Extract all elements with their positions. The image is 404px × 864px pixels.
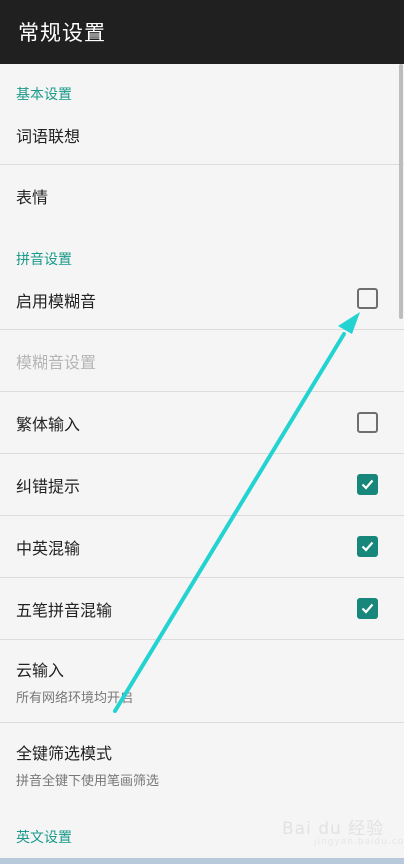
app-bar: 常规设置	[0, 0, 404, 64]
watermark-sub: jingyan.baidu.com	[314, 837, 404, 847]
check-icon	[361, 479, 374, 490]
setting-cloud-input[interactable]: 云输入 所有网络环境均开启	[0, 640, 404, 722]
setting-label: 五笔拼音混输	[16, 601, 113, 620]
setting-fuzzy-settings: 模糊音设置	[0, 330, 404, 392]
setting-summary: 所有网络环境均开启	[16, 690, 134, 706]
fuzzy-enable-checkbox[interactable]	[357, 288, 378, 309]
setting-cn-en-mix[interactable]: 中英混输	[0, 516, 404, 578]
cn-en-mix-checkbox[interactable]	[357, 536, 378, 557]
setting-correction[interactable]: 纠错提示	[0, 454, 404, 516]
setting-label: 启用模糊音	[16, 292, 97, 311]
correction-checkbox[interactable]	[357, 474, 378, 495]
wubi-pinyin-checkbox[interactable]	[357, 598, 378, 619]
setting-label: 词语联想	[16, 127, 81, 146]
setting-emoji[interactable]: 表情	[0, 165, 404, 227]
settings-list[interactable]: 基本设置 词语联想 表情 拼音设置 启用模糊音 模糊音设置 繁体输入 纠错提示 …	[0, 64, 404, 864]
setting-label: 表情	[16, 188, 49, 207]
setting-label: 中英混输	[16, 539, 81, 558]
setting-traditional[interactable]: 繁体输入	[0, 392, 404, 454]
watermark-text: Bai du 经验	[282, 819, 385, 839]
setting-label: 纠错提示	[16, 477, 81, 496]
setting-full-key-filter[interactable]: 全键筛选模式 拼音全键下使用笔画筛选	[0, 723, 404, 805]
setting-wubi-pinyin[interactable]: 五笔拼音混输	[0, 578, 404, 640]
setting-summary: 拼音全键下使用笔画筛选	[16, 773, 160, 789]
setting-label: 模糊音设置	[16, 353, 97, 372]
bottom-edge	[0, 858, 404, 864]
section-header-basic: 基本设置	[16, 87, 72, 103]
section-header-pinyin: 拼音设置	[16, 252, 72, 268]
setting-label: 云输入	[16, 660, 65, 680]
setting-fuzzy-enable[interactable]: 启用模糊音	[0, 272, 404, 328]
watermark: Bai du 经验 jingyan.baidu.com	[282, 814, 404, 847]
check-icon	[361, 603, 374, 614]
check-icon	[361, 541, 374, 552]
setting-label: 繁体输入	[16, 415, 81, 434]
setting-label: 全键筛选模式	[16, 743, 113, 763]
page-title: 常规设置	[18, 21, 106, 45]
traditional-checkbox[interactable]	[357, 412, 378, 433]
setting-word-association[interactable]: 词语联想	[0, 108, 404, 162]
section-header-english: 英文设置	[16, 830, 72, 846]
scrollbar[interactable]	[399, 64, 403, 319]
